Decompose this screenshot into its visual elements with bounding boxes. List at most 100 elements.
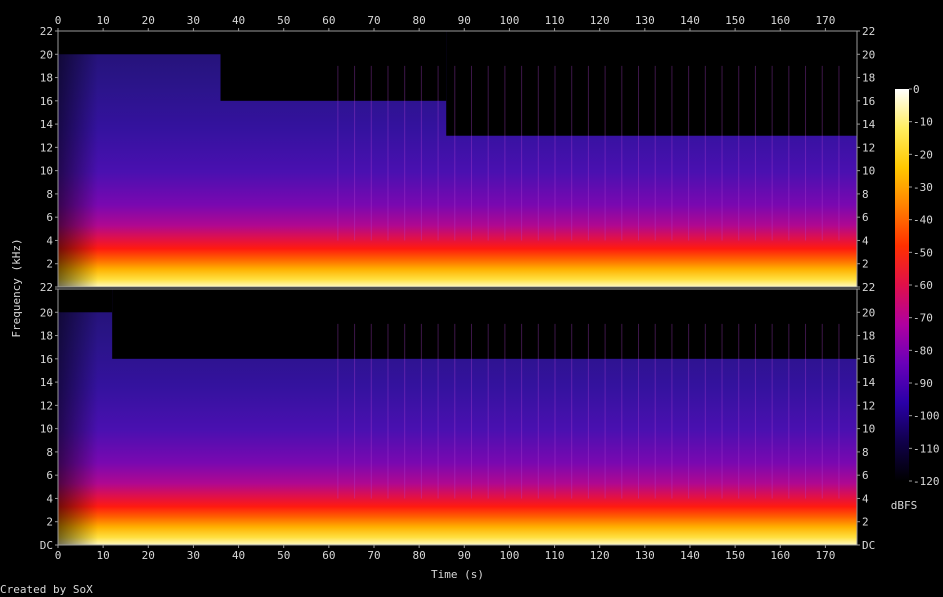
colorbar: 0 -10 -20 -30 -40 -50 -60 -70 -80 -90 -100 -110 -120… xyxy=(891,83,940,512)
y-tick-label-left: 10 xyxy=(40,423,53,436)
colorbar-tick-label: -80 xyxy=(913,344,933,357)
x-tick-label-bottom: 100 xyxy=(499,549,519,562)
x-tick-label-bottom: 90 xyxy=(458,549,471,562)
y-tick-label-right: 10 xyxy=(862,165,875,178)
y-axis-label: Frequency (kHz) xyxy=(10,238,23,337)
y-tick-label-left: 18 xyxy=(40,72,53,85)
y-tick-label-left: 16 xyxy=(40,95,53,108)
y-tick-label-left: 14 xyxy=(40,118,54,131)
y-tick-label-left: 18 xyxy=(40,330,53,343)
colorbar-tick-label: -50 xyxy=(913,246,933,259)
x-tick-label-top: 50 xyxy=(277,14,290,27)
colorbar-tick-label: -30 xyxy=(913,181,933,194)
y-tick-label-right: 4 xyxy=(862,234,869,247)
x-tick-label-bottom: 130 xyxy=(635,549,655,562)
y-tick-label-right: 20 xyxy=(862,306,875,319)
x-tick-label-bottom: 40 xyxy=(232,549,245,562)
intro-fade xyxy=(58,31,98,287)
x-tick-label-bottom: 170 xyxy=(815,549,835,562)
spectrogram-svg: 2 24 46 68 810 1012 1214 1416 1618 1820 2022 22DC DC… xyxy=(10,14,940,581)
y-tick-label-right: DC xyxy=(862,539,875,552)
colorbar-tick-label: -10 xyxy=(913,116,933,129)
x-tick-label-bottom: 110 xyxy=(545,549,565,562)
colorbar-tick-label: -100 xyxy=(913,410,940,423)
colorbar-tick-label: -120 xyxy=(913,475,940,488)
x-tick-label-top: 150 xyxy=(725,14,745,27)
x-tick-label-bottom: 120 xyxy=(590,549,610,562)
lowpass-cut-2 xyxy=(112,289,857,359)
y-tick-label-right: 4 xyxy=(862,492,869,505)
x-axis-label: Time (s) xyxy=(431,568,484,581)
channel-panel-1: 2 24 46 68 810 1012 1214 1416 1618 1820 2022 22 xyxy=(40,25,876,288)
x-tick-label-top: 100 xyxy=(499,14,519,27)
y-tick-label-right: 18 xyxy=(862,72,875,85)
y-tick-label-right: 12 xyxy=(862,399,875,412)
colorbar-tick-label: -110 xyxy=(913,442,940,455)
x-tick-label-top: 90 xyxy=(458,14,471,27)
spectrogram-chart: 2 2 4 4 6 6 8 8 10 10 12 12 14 14 16 16 18 18 20 20 22 22 DC DC… xyxy=(0,0,943,593)
lowpass-cut-3 xyxy=(446,31,857,136)
y-tick-label-right: 6 xyxy=(862,469,869,482)
x-tick-label-bottom: 0 xyxy=(55,549,62,562)
y-tick-label-right: 10 xyxy=(862,423,875,436)
y-tick-label-right: 6 xyxy=(862,211,869,224)
x-tick-label-top: 40 xyxy=(232,14,245,27)
x-tick-label-top: 110 xyxy=(545,14,565,27)
y-tick-label-left: 22 xyxy=(40,25,53,38)
x-tick-label-bottom: 140 xyxy=(680,549,700,562)
y-tick-label-right: 14 xyxy=(862,118,876,131)
y-tick-label-right: 18 xyxy=(862,330,875,343)
colorbar-tick-label: -70 xyxy=(913,312,933,325)
y-tick-label-right: 2 xyxy=(862,516,869,529)
x-tick-label-bottom: 160 xyxy=(770,549,790,562)
x-tick-label-top: 80 xyxy=(413,14,426,27)
x-tick-label-bottom: 30 xyxy=(187,549,200,562)
x-tick-label-top: 30 xyxy=(187,14,200,27)
lowpass-cut-1 xyxy=(58,31,221,55)
y-tick-label-left: 6 xyxy=(46,211,53,224)
x-tick-label-top: 20 xyxy=(142,14,155,27)
channel-panel-2: DC DC2 24 46 68 810 1012 1214 1416 1618 1820 2022 22 xyxy=(40,281,876,552)
lowpass-cut-1 xyxy=(58,289,113,313)
y-tick-label-left: 8 xyxy=(46,188,53,201)
y-tick-label-left: 20 xyxy=(40,306,53,319)
y-tick-label-right: 2 xyxy=(862,258,869,271)
y-tick-label-right: 8 xyxy=(862,188,869,201)
y-tick-label-left: 6 xyxy=(46,469,53,482)
x-tick-label-top: 120 xyxy=(590,14,610,27)
y-tick-label-right: 8 xyxy=(862,446,869,459)
x-tick-label-bottom: 20 xyxy=(142,549,155,562)
x-tick-label-bottom: 70 xyxy=(367,549,380,562)
x-tick-label-top: 10 xyxy=(97,14,110,27)
x-tick-label-bottom: 80 xyxy=(413,549,426,562)
colorbar-tick-label: -90 xyxy=(913,377,933,390)
colorbar-tick-label: -20 xyxy=(913,148,933,161)
y-tick-label-right: 12 xyxy=(862,141,875,154)
colorbar-gradient xyxy=(895,89,909,481)
spectrogram-panels: 2 24 46 68 810 1012 1214 1416 1618 1820 2022 22DC DC… xyxy=(40,25,876,552)
colorbar-label: dBFS xyxy=(891,499,918,512)
y-tick-label-right: 16 xyxy=(862,95,875,108)
y-tick-label-left: 16 xyxy=(40,353,53,366)
y-tick-label-right: 16 xyxy=(862,353,875,366)
colorbar-tick-label: 0 xyxy=(913,83,920,96)
x-tick-label-top: 160 xyxy=(770,14,790,27)
x-tick-label-top: 0 xyxy=(55,14,62,27)
x-tick-label-top: 70 xyxy=(367,14,380,27)
lowpass-cut-2 xyxy=(220,31,447,101)
y-tick-label-left: 4 xyxy=(46,492,53,505)
colorbar-tick-label: -40 xyxy=(913,214,933,227)
y-tick-label-left: 10 xyxy=(40,165,53,178)
x-tick-label-top: 130 xyxy=(635,14,655,27)
y-tick-label-left: 14 xyxy=(40,376,54,389)
y-tick-label-right: 14 xyxy=(862,376,876,389)
y-tick-label-right: 20 xyxy=(862,48,875,61)
x-tick-label-bottom: 50 xyxy=(277,549,290,562)
y-tick-label-left: 12 xyxy=(40,399,53,412)
y-tick-label-left: 4 xyxy=(46,234,53,247)
x-tick-label-bottom: 150 xyxy=(725,549,745,562)
y-tick-label-right: 22 xyxy=(862,281,875,294)
y-tick-label-left: 8 xyxy=(46,446,53,459)
y-tick-label-left: 22 xyxy=(40,281,53,294)
y-tick-label-right: 22 xyxy=(862,25,875,38)
